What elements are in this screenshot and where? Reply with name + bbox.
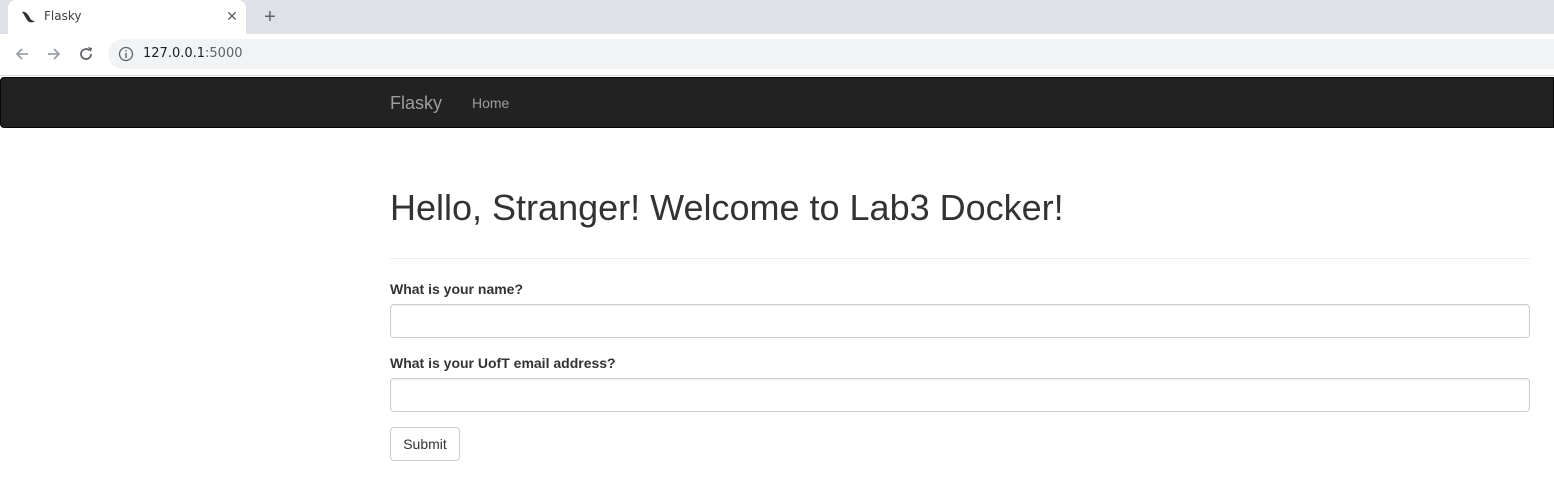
browser-tab[interactable]: Flasky ✕ — [8, 0, 246, 34]
submit-button[interactable]: Submit — [390, 427, 460, 461]
flask-horn-icon — [20, 9, 36, 25]
info-icon[interactable] — [118, 46, 134, 62]
navbar: Flasky Home — [0, 77, 1554, 128]
navbar-brand[interactable]: Flasky — [390, 93, 442, 114]
arrow-left-icon[interactable] — [12, 44, 32, 64]
nav-home-link[interactable]: Home — [472, 95, 509, 111]
email-input[interactable] — [390, 378, 1530, 412]
url-text: 127.0.0.1:5000 — [143, 46, 243, 61]
url-port: :5000 — [205, 46, 243, 61]
close-icon[interactable]: ✕ — [224, 8, 240, 24]
browser-toolbar: 127.0.0.1:5000 — [0, 34, 1554, 76]
address-bar[interactable]: 127.0.0.1:5000 — [108, 39, 1554, 69]
divider — [390, 258, 1530, 259]
reload-icon[interactable] — [76, 44, 96, 64]
arrow-right-icon[interactable] — [44, 44, 64, 64]
page-title: Hello, Stranger! Welcome to Lab3 Docker! — [390, 187, 1064, 228]
url-host: 127.0.0.1 — [143, 46, 206, 61]
name-label: What is your name? — [390, 281, 524, 297]
tab-title: Flasky — [44, 9, 82, 23]
name-input[interactable] — [390, 304, 1530, 338]
browser-tab-strip: Flasky ✕ + — [0, 0, 1554, 34]
email-label: What is your UofT email address? — [390, 355, 616, 371]
plus-icon[interactable]: + — [260, 7, 280, 27]
